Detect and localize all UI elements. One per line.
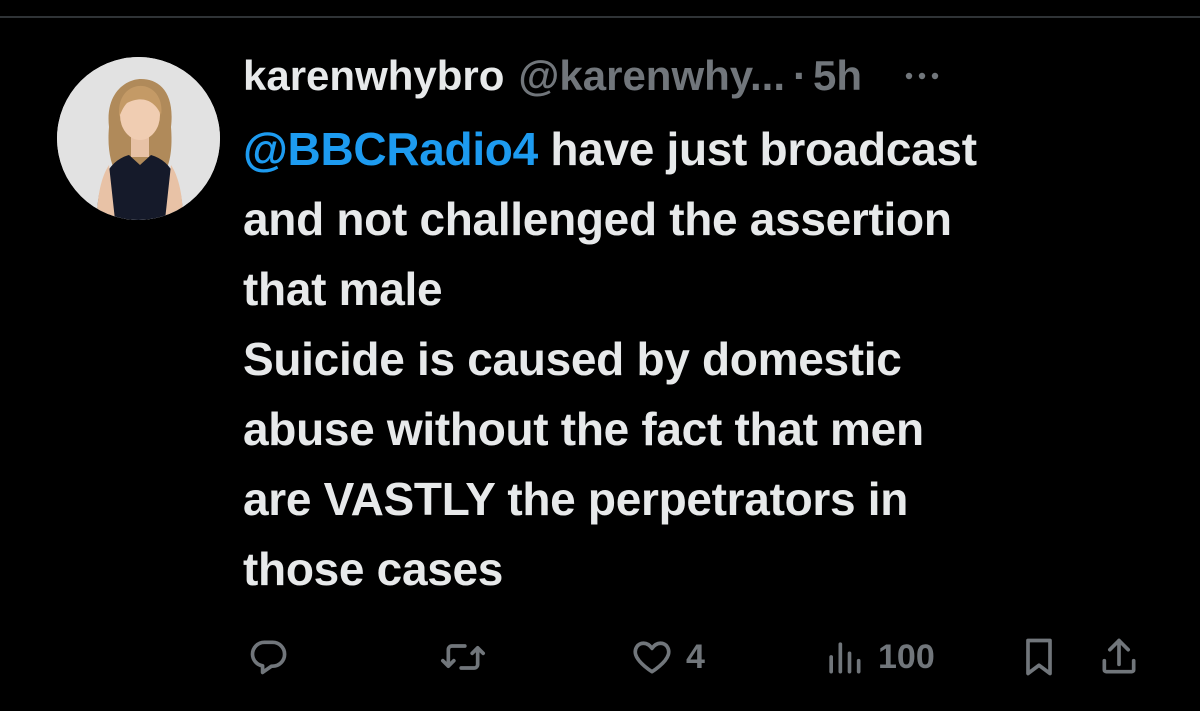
- views-count: 100: [878, 637, 935, 676]
- reply-icon: [250, 640, 287, 675]
- tweet-text-line: @BBCRadio4 have just broadcast: [243, 114, 1163, 184]
- share-button[interactable]: [1097, 632, 1141, 682]
- heart-icon: [633, 641, 671, 674]
- avatar[interactable]: [57, 57, 220, 220]
- action-bar: 4 100: [247, 632, 1147, 682]
- top-divider: [0, 16, 1200, 18]
- reply-button[interactable]: [247, 632, 291, 682]
- tweet-text-line: Suicide is caused by domestic: [243, 333, 902, 385]
- handle[interactable]: @karenwhy...: [518, 52, 785, 100]
- like-count: 4: [686, 637, 705, 676]
- views-icon: [829, 642, 861, 674]
- ellipsis-icon: [905, 72, 939, 80]
- tweet-text-line: abuse without the fact that men: [243, 403, 924, 455]
- tweet-text-line: those cases: [243, 543, 504, 595]
- views-button[interactable]: 100: [822, 632, 935, 682]
- tweet-text-line: that male: [243, 263, 443, 315]
- bookmark-icon: [1026, 638, 1052, 676]
- more-button[interactable]: [904, 48, 940, 104]
- bookmark-button[interactable]: [1017, 632, 1061, 682]
- tweet-text-segment: have just broadcast: [537, 123, 977, 175]
- separator-dot: ·: [793, 52, 808, 99]
- like-button[interactable]: 4: [630, 632, 705, 682]
- profile-photo-icon: [57, 57, 220, 220]
- tweet-text: @BBCRadio4 have just broadcast and not c…: [243, 114, 1163, 604]
- tweet-text-line: and not challenged the assertion: [243, 193, 952, 245]
- share-icon: [1102, 638, 1136, 674]
- retweet-icon: [441, 644, 485, 670]
- retweet-button[interactable]: [439, 632, 499, 682]
- display-name[interactable]: karenwhybro: [243, 52, 504, 100]
- timestamp[interactable]: 5h: [813, 52, 862, 100]
- tweet-content: karenwhybro @karenwhy... · 5h @BBCRadio4…: [243, 48, 1163, 604]
- tweet-header: karenwhybro @karenwhy... · 5h: [243, 48, 1163, 104]
- mention-link[interactable]: @BBCRadio4: [243, 123, 538, 175]
- tweet-text-line: are VASTLY the perpetrators in: [243, 473, 909, 525]
